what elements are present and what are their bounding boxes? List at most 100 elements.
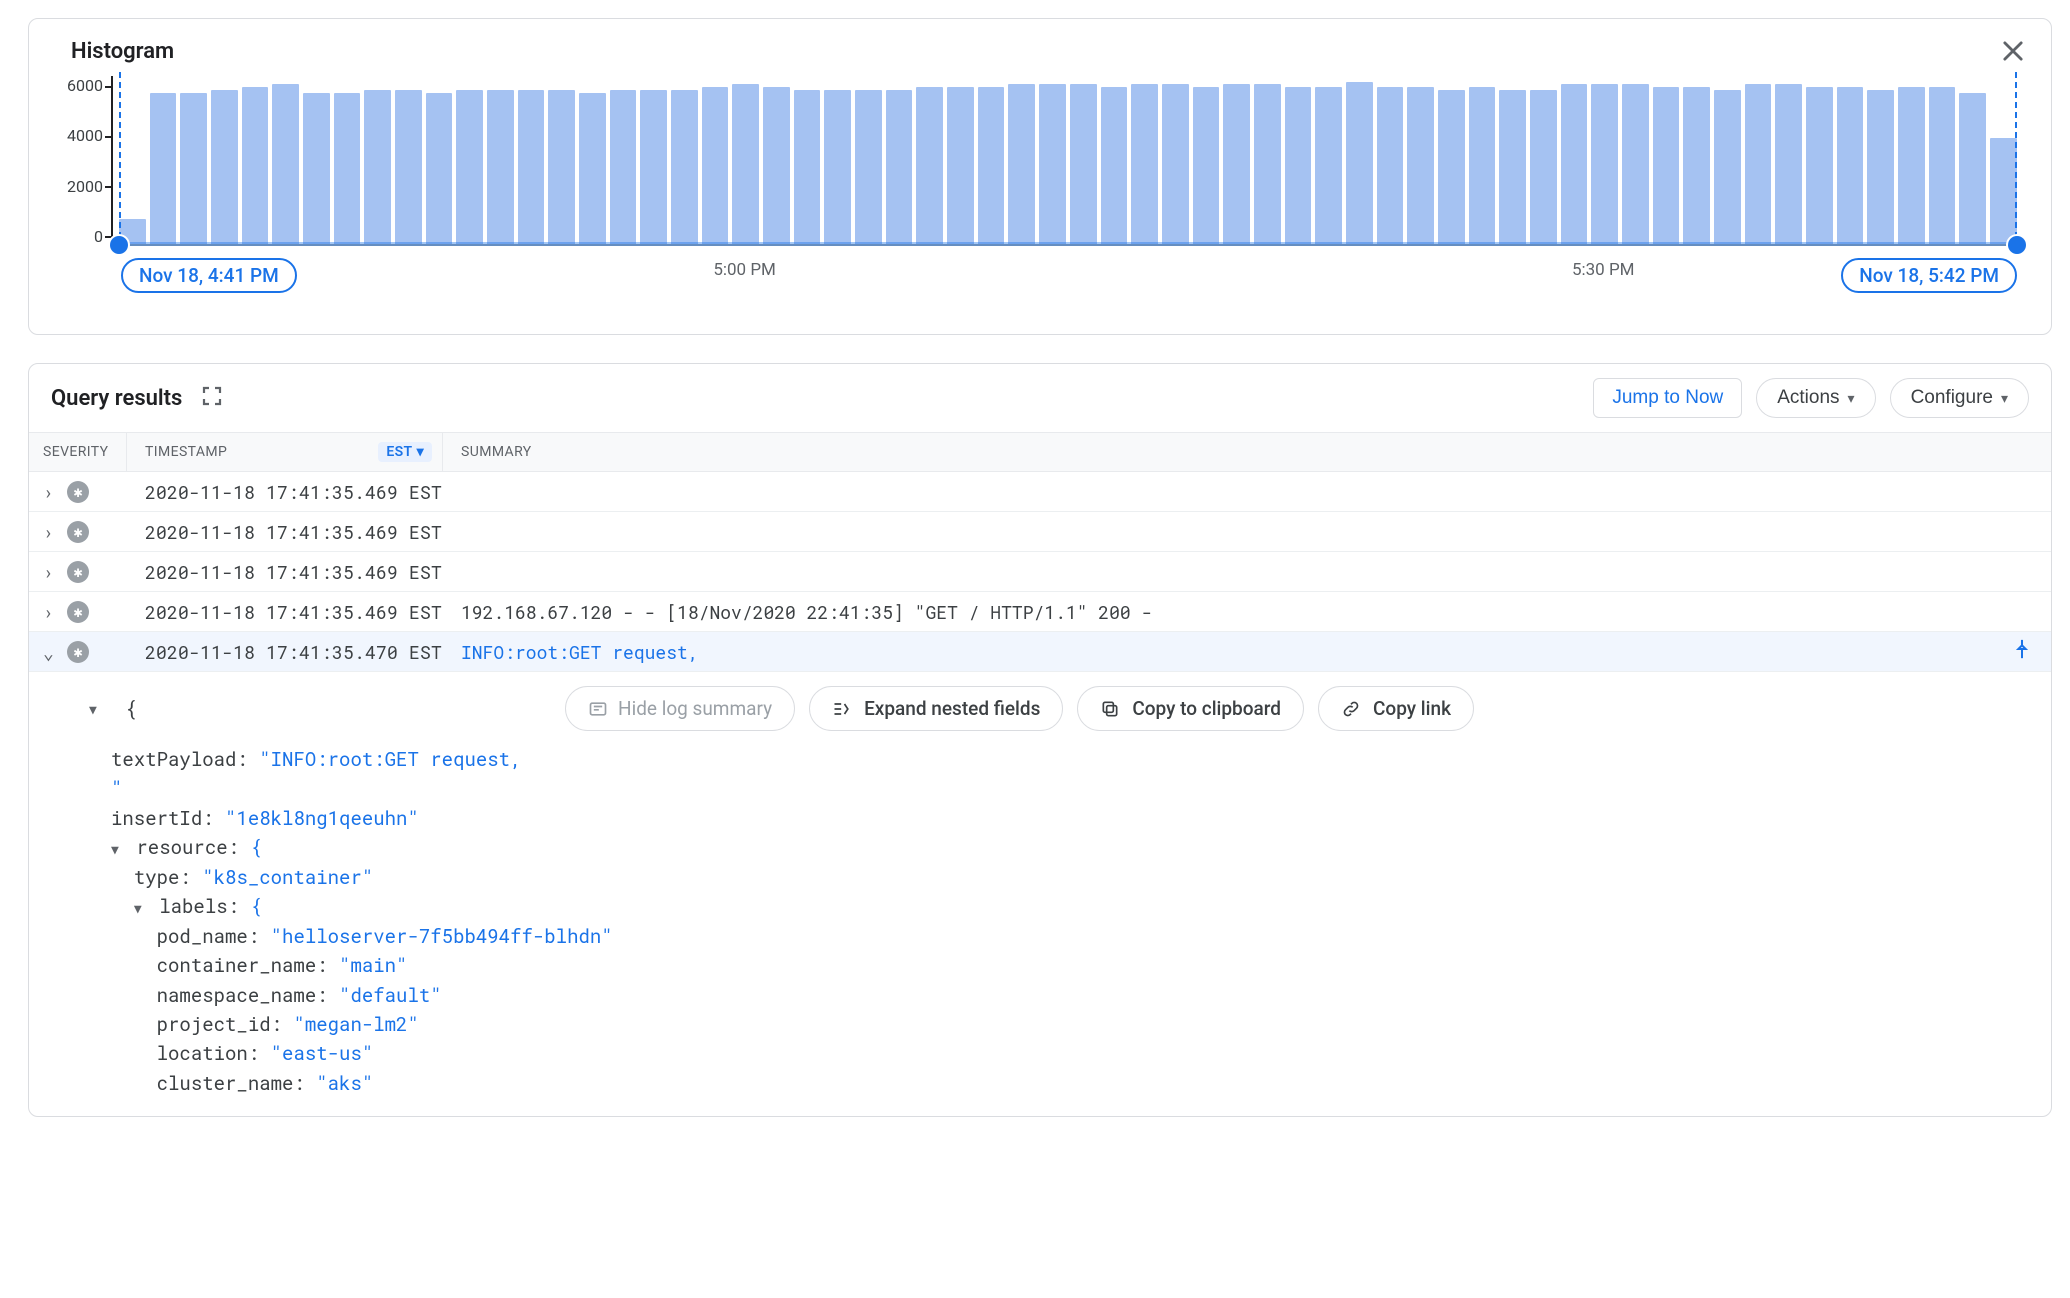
histogram-x-axis: Nov 18, 4:41 PM Nov 18, 5:42 PM 5:00 PM5… [115, 246, 2023, 292]
configure-dropdown[interactable]: Configure ▾ [1890, 378, 2029, 418]
histogram-bar[interactable] [886, 90, 913, 244]
json-line: cluster_name: "aks" [111, 1069, 2029, 1098]
histogram-bar[interactable] [671, 90, 698, 244]
histogram-bar[interactable] [456, 90, 483, 244]
histogram-bar[interactable] [364, 90, 391, 244]
histogram-bar[interactable] [579, 93, 606, 244]
histogram-chart[interactable] [113, 76, 2023, 246]
histogram-bar[interactable] [1469, 87, 1496, 244]
histogram-bar[interactable] [702, 87, 729, 244]
histogram-bar[interactable] [1837, 87, 1864, 244]
histogram-bar[interactable] [978, 87, 1005, 244]
copy-link-button[interactable]: Copy link [1318, 686, 1474, 731]
histogram-bar[interactable] [548, 90, 575, 244]
histogram-bar[interactable] [1162, 84, 1189, 244]
histogram-bar[interactable] [1775, 84, 1802, 244]
histogram-bar[interactable] [794, 90, 821, 244]
triangle-down-icon[interactable]: ▼ [134, 898, 148, 918]
copy-to-clipboard-button[interactable]: Copy to clipboard [1077, 686, 1304, 731]
pin-icon[interactable] [2011, 638, 2033, 665]
table-row[interactable]: ›✱2020-11-18 17:41:35.469 EST [29, 552, 2051, 592]
histogram-bar[interactable] [1898, 87, 1925, 244]
histogram-bar[interactable] [1622, 84, 1649, 244]
chevron-right-icon[interactable]: › [43, 480, 57, 504]
table-row[interactable]: ⌄✱2020-11-18 17:41:35.470 ESTINFO:root:G… [29, 632, 2051, 672]
timezone-chip[interactable]: EST ▾ [378, 442, 432, 462]
fullscreen-icon[interactable] [200, 384, 224, 412]
histogram-bar[interactable] [1867, 90, 1894, 244]
chevron-right-icon[interactable]: › [43, 560, 57, 584]
hide-log-summary-button[interactable]: Hide log summary [565, 686, 795, 731]
jump-to-now-button[interactable]: Jump to Now [1593, 378, 1742, 418]
histogram-bar[interactable] [1499, 90, 1526, 244]
histogram-bar[interactable] [1561, 84, 1588, 244]
histogram-bar[interactable] [1653, 87, 1680, 244]
histogram-bar[interactable] [334, 93, 361, 244]
range-start-pill[interactable]: Nov 18, 4:41 PM [121, 258, 297, 293]
histogram-bar[interactable] [1070, 84, 1097, 244]
chevron-right-icon[interactable]: › [43, 600, 57, 624]
severity-icon: ✱ [67, 561, 89, 583]
histogram-bar[interactable] [1714, 90, 1741, 244]
histogram-bar[interactable] [947, 87, 974, 244]
results-header: Query results Jump to Now Actions ▾ Conf… [29, 364, 2051, 432]
histogram-bar[interactable] [610, 90, 637, 244]
histogram-bar[interactable] [1008, 84, 1035, 244]
triangle-down-icon[interactable]: ▼ [111, 839, 125, 859]
histogram-bar[interactable] [1101, 87, 1128, 244]
chevron-down-icon[interactable]: ⌄ [43, 640, 57, 664]
table-row[interactable]: › ✱ 2020-11-18 17:41:35.469 EST [29, 512, 2051, 552]
histogram-bar[interactable] [732, 84, 759, 244]
histogram-bar[interactable] [1959, 93, 1986, 244]
close-icon[interactable] [1995, 33, 2031, 69]
histogram-bar[interactable] [1591, 84, 1618, 244]
histogram-bar[interactable] [916, 87, 943, 244]
table-row[interactable]: ›✱2020-11-18 17:41:35.469 EST [29, 472, 2051, 512]
histogram-bar[interactable] [1683, 87, 1710, 244]
configure-label: Configure [1911, 387, 1993, 409]
histogram-bar[interactable] [1407, 87, 1434, 244]
histogram-bar[interactable] [640, 90, 667, 244]
histogram-bar[interactable] [1039, 84, 1066, 244]
json-line: location: "east-us" [111, 1039, 2029, 1068]
histogram-bar[interactable] [180, 93, 207, 244]
histogram-bar[interactable] [272, 84, 299, 244]
actions-dropdown[interactable]: Actions ▾ [1756, 378, 1875, 418]
histogram-bar[interactable] [1254, 84, 1281, 244]
histogram-bar[interactable] [1223, 84, 1250, 244]
severity-icon: ✱ [67, 521, 89, 543]
histogram-bar[interactable] [1929, 87, 1956, 244]
histogram-bar[interactable] [1285, 87, 1312, 244]
histogram-bar[interactable] [395, 90, 422, 244]
histogram-bar[interactable] [211, 90, 238, 244]
histogram-bar[interactable] [518, 90, 545, 244]
json-line: namespace_name: "default" [111, 981, 2029, 1010]
y-tick: 6000 [57, 76, 103, 95]
histogram-bar[interactable] [150, 93, 177, 244]
row-timestamp: 2020-11-18 17:41:35.469 EST [127, 520, 443, 544]
histogram-bar[interactable] [855, 90, 882, 244]
histogram-bar[interactable] [824, 90, 851, 244]
histogram-bar[interactable] [1377, 87, 1404, 244]
histogram-bar[interactable] [1745, 84, 1772, 244]
expand-nested-fields-button[interactable]: Expand nested fields [809, 686, 1063, 731]
histogram-bar[interactable] [1131, 84, 1158, 244]
histogram-bar[interactable] [763, 87, 790, 244]
histogram-bar[interactable] [1990, 138, 2017, 244]
chevron-down-icon: ▾ [417, 444, 424, 460]
histogram-bar[interactable] [426, 93, 453, 244]
histogram-bar[interactable] [1193, 87, 1220, 244]
histogram-bar[interactable] [487, 90, 514, 244]
col-severity: Severity [29, 433, 127, 471]
range-end-pill[interactable]: Nov 18, 5:42 PM [1841, 258, 2017, 293]
histogram-bar[interactable] [242, 87, 269, 244]
histogram-bar[interactable] [1346, 82, 1373, 244]
table-row[interactable]: ›✱2020-11-18 17:41:35.469 EST192.168.67.… [29, 592, 2051, 632]
chevron-right-icon[interactable]: › [43, 520, 57, 544]
histogram-bar[interactable] [303, 93, 330, 244]
histogram-bar[interactable] [1438, 90, 1465, 244]
json-collapse-toggle[interactable]: ▼ { [89, 696, 137, 722]
histogram-bar[interactable] [1530, 90, 1557, 244]
histogram-bar[interactable] [1806, 87, 1833, 244]
histogram-bar[interactable] [1315, 87, 1342, 244]
